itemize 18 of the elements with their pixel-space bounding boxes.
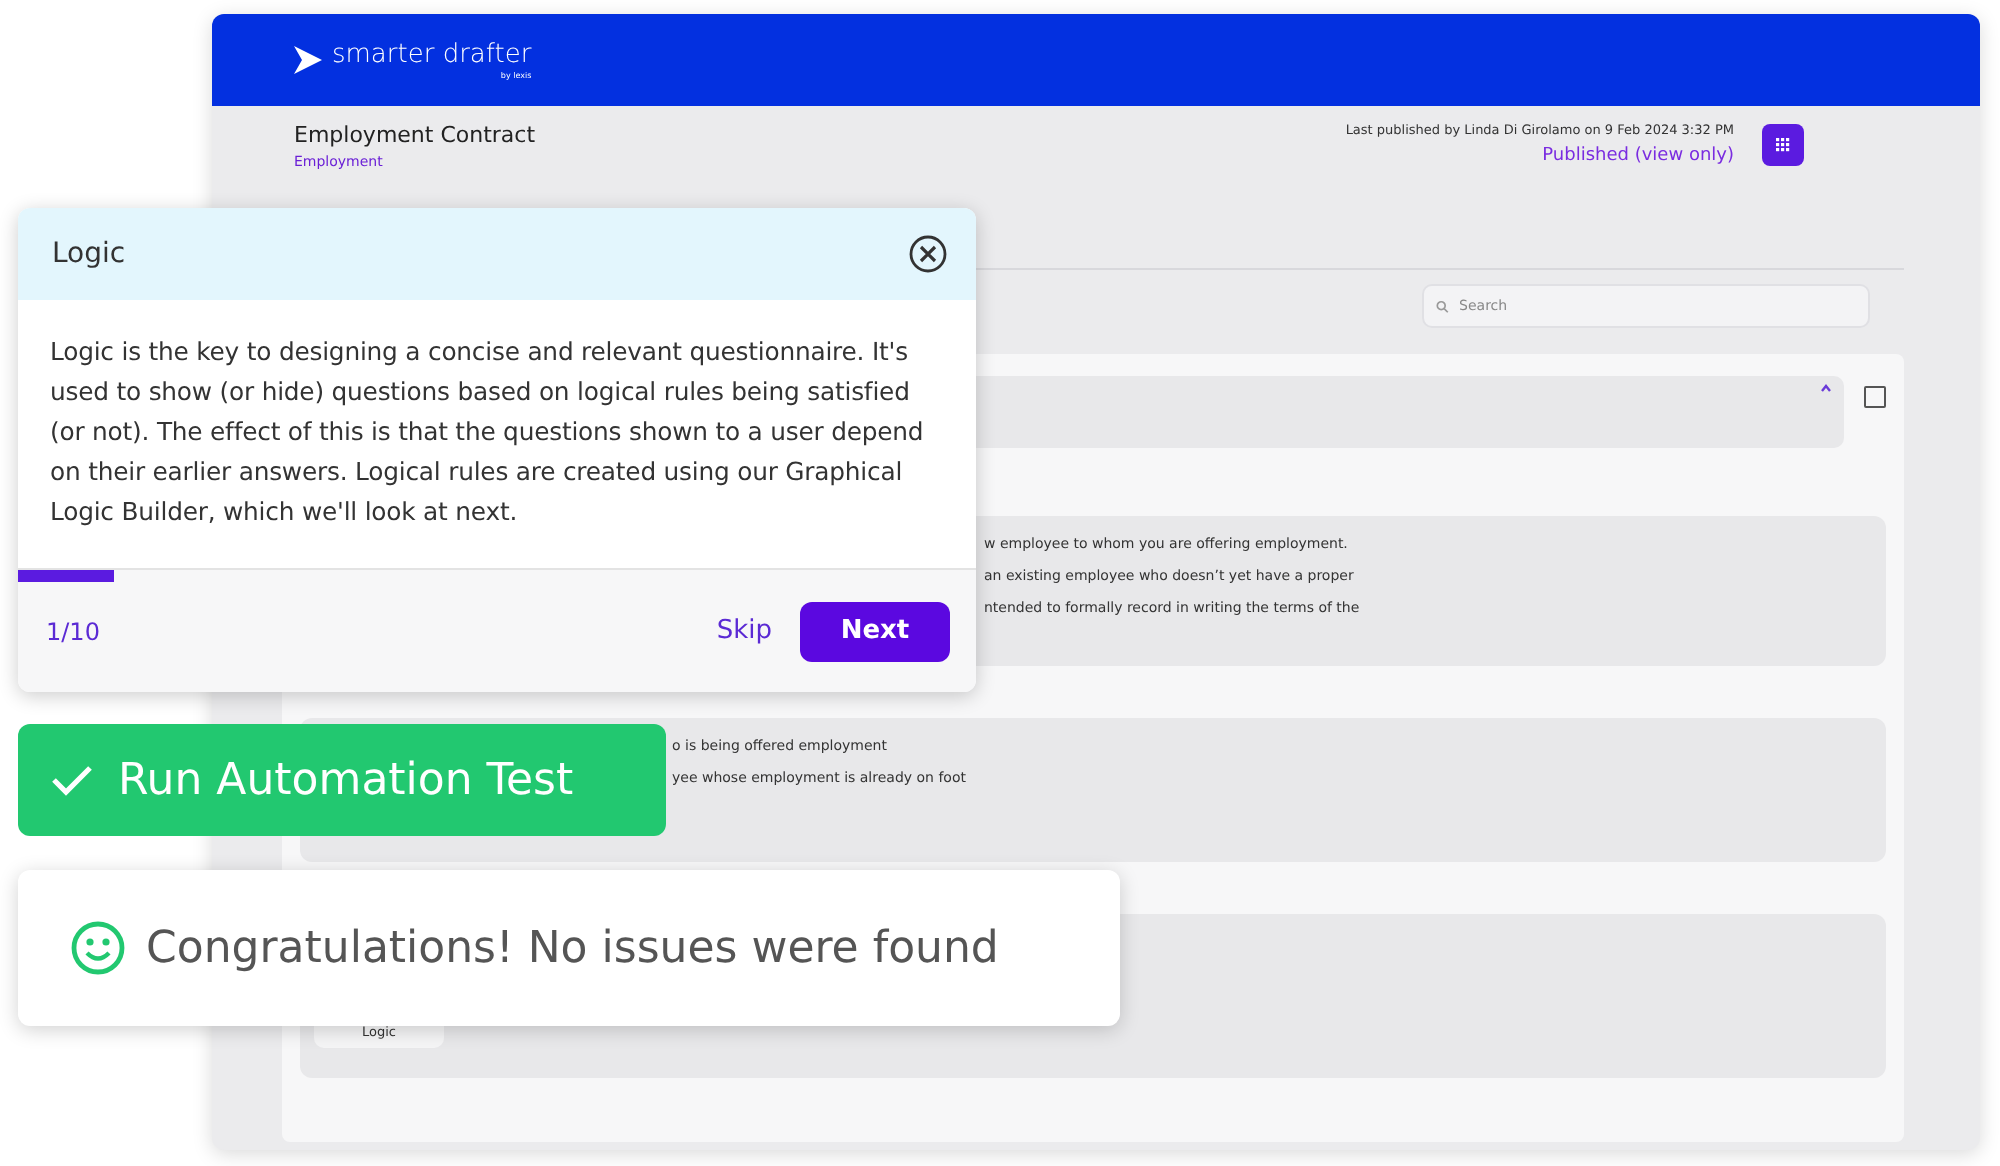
close-icon [908,234,948,274]
close-button[interactable] [908,234,948,274]
step-counter: 1/10 [46,617,100,645]
caret-icon [1820,384,1832,392]
document-title: Employment Contract [294,122,536,148]
popup-title: Logic [52,238,126,270]
checkbox[interactable] [1864,386,1886,408]
apps-button[interactable] [1762,124,1804,166]
logo-icon [292,44,324,76]
status-link[interactable]: Published (view only) [1542,146,1734,166]
next-button[interactable]: Next [800,601,950,661]
check-icon [50,762,94,798]
search-icon [1436,299,1450,313]
grid-icon [1776,138,1790,152]
result-message: Congratulations! No issues were found [146,923,999,973]
logo-text: smarter drafter [332,41,532,69]
smiley-icon [70,920,126,976]
skip-button[interactable]: Skip [716,616,772,646]
